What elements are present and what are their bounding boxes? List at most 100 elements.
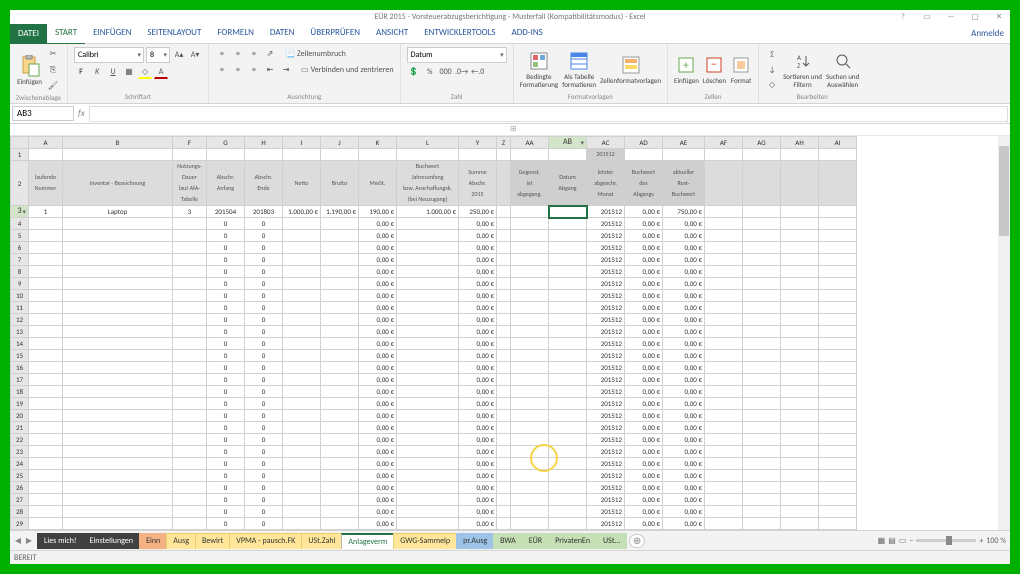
cell[interactable]: 0,00 € [663,446,705,458]
cell[interactable]: 0,00 € [359,458,397,470]
cell[interactable] [63,326,173,338]
cell[interactable] [397,374,459,386]
fill-color-icon[interactable]: ◇ [138,65,152,79]
cell[interactable] [743,350,781,362]
cell[interactable] [283,386,321,398]
cell[interactable] [497,266,511,278]
cell[interactable] [819,482,857,494]
cell[interactable] [283,314,321,326]
cell[interactable] [743,410,781,422]
cell[interactable] [29,314,63,326]
row-header[interactable]: 8 [11,266,29,278]
cell[interactable]: 0 [245,218,283,230]
cell[interactable]: 0 [207,458,245,470]
cell[interactable] [819,218,857,230]
cell[interactable] [819,230,857,242]
tab-start[interactable]: START [47,23,85,45]
cell[interactable] [63,254,173,266]
row-header[interactable]: 16 [11,362,29,374]
cell[interactable] [743,242,781,254]
cell[interactable] [321,290,359,302]
cell[interactable] [781,458,819,470]
column-header[interactable]: AI [819,137,857,149]
cell[interactable]: 201512 [587,530,625,531]
cell[interactable] [819,410,857,422]
cell[interactable] [819,242,857,254]
cell[interactable] [549,530,587,531]
cell[interactable] [283,350,321,362]
cell[interactable] [321,530,359,531]
cell[interactable] [63,374,173,386]
cell[interactable] [549,482,587,494]
cell[interactable]: 0 [207,530,245,531]
sheet-tab[interactable]: pr.Ausg [456,533,494,549]
cell[interactable] [321,266,359,278]
cell[interactable] [511,254,549,266]
cell[interactable]: 0,00 € [459,446,497,458]
column-header[interactable]: L [397,137,459,149]
cell[interactable]: 0 [207,230,245,242]
sheet-tab[interactable]: PrivatenEn [548,533,597,549]
cell[interactable]: 201512 [587,278,625,290]
cell[interactable] [743,326,781,338]
cell[interactable]: 201512 [587,398,625,410]
cell[interactable] [781,518,819,530]
cell[interactable] [497,434,511,446]
cell[interactable]: 0 [207,374,245,386]
cell[interactable] [397,230,459,242]
cell[interactable] [705,302,743,314]
percent-icon[interactable]: % [423,65,437,79]
cell[interactable] [819,362,857,374]
cell[interactable]: 0 [207,278,245,290]
orientation-icon[interactable]: ⇗ [263,47,277,61]
cell[interactable] [63,434,173,446]
sheet-tab[interactable]: VPMA - pausch.FK [229,533,302,549]
cell[interactable] [29,398,63,410]
cell[interactable] [549,338,587,350]
cell[interactable]: 0,00 € [359,434,397,446]
cell[interactable] [29,350,63,362]
cell[interactable] [819,374,857,386]
cell[interactable] [497,446,511,458]
cell[interactable] [781,350,819,362]
cell[interactable] [283,506,321,518]
cell[interactable]: 0,00 € [459,314,497,326]
cell[interactable] [283,266,321,278]
row-header[interactable]: 18 [11,386,29,398]
cell[interactable] [283,410,321,422]
column-header[interactable]: AG [743,137,781,149]
cell[interactable]: 0 [245,254,283,266]
cell[interactable]: 0 [245,362,283,374]
cell[interactable]: 0,00 € [663,410,705,422]
cell[interactable] [29,302,63,314]
cell[interactable] [173,218,207,230]
cell[interactable] [397,506,459,518]
cell[interactable]: 0,00 € [459,326,497,338]
cell[interactable] [781,326,819,338]
cell[interactable] [511,530,549,531]
cell[interactable]: 0,00 € [625,302,663,314]
cell[interactable] [497,470,511,482]
cell[interactable] [63,530,173,531]
ribbon-collapse-icon[interactable]: ▭ [918,10,936,24]
cell[interactable] [511,374,549,386]
cell[interactable] [321,314,359,326]
cell[interactable]: 0,00 € [663,266,705,278]
cell[interactable]: 0,00 € [625,314,663,326]
align-right-icon[interactable]: ≡ [247,63,261,77]
cell[interactable] [819,470,857,482]
cell[interactable]: 0,00 € [663,458,705,470]
cell[interactable] [173,518,207,530]
cell[interactable] [397,470,459,482]
cell[interactable] [781,362,819,374]
cell[interactable] [705,506,743,518]
cell[interactable] [173,506,207,518]
spreadsheet-grid[interactable]: ABFGHIJKLYZAAABACADAEAFAGAHAI12015122lau… [10,136,857,530]
cell[interactable] [29,290,63,302]
cell[interactable] [321,242,359,254]
cell[interactable]: 0 [207,218,245,230]
cell[interactable]: 0 [245,242,283,254]
cell[interactable]: 250,00 € [459,206,497,218]
column-header[interactable]: J [321,137,359,149]
row-header[interactable]: 13 [11,326,29,338]
